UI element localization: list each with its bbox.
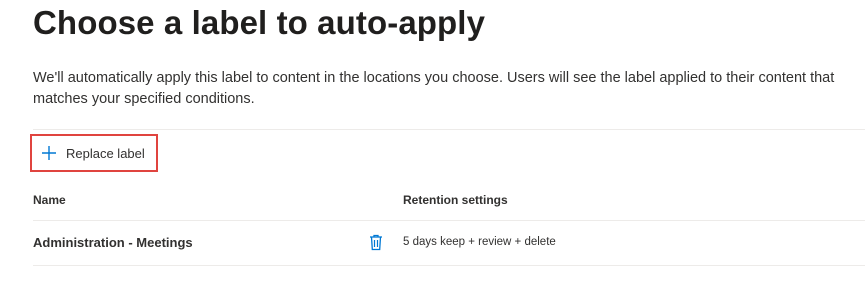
table-header-row: Name Retention settings — [33, 180, 865, 221]
labels-table: Name Retention settings Administration -… — [33, 180, 865, 266]
column-header-name: Name — [33, 193, 66, 207]
replace-label-button[interactable]: Replace label — [30, 134, 158, 172]
column-header-retention-settings: Retention settings — [403, 193, 508, 207]
page-title: Choose a label to auto-apply — [33, 4, 486, 41]
replace-label-text: Replace label — [66, 145, 145, 161]
divider — [33, 129, 865, 130]
label-selection-page: Choose a label to auto-apply We'll autom… — [0, 0, 865, 290]
plus-icon — [40, 144, 58, 162]
retention-settings-cell: 5 days keep + review + delete — [403, 236, 556, 248]
page-description: We'll automatically apply this label to … — [33, 70, 835, 107]
trash-icon[interactable] — [368, 233, 384, 251]
label-name-cell: Administration - Meetings — [33, 235, 193, 250]
table-row: Administration - Meetings 5 days keep + … — [33, 221, 865, 266]
